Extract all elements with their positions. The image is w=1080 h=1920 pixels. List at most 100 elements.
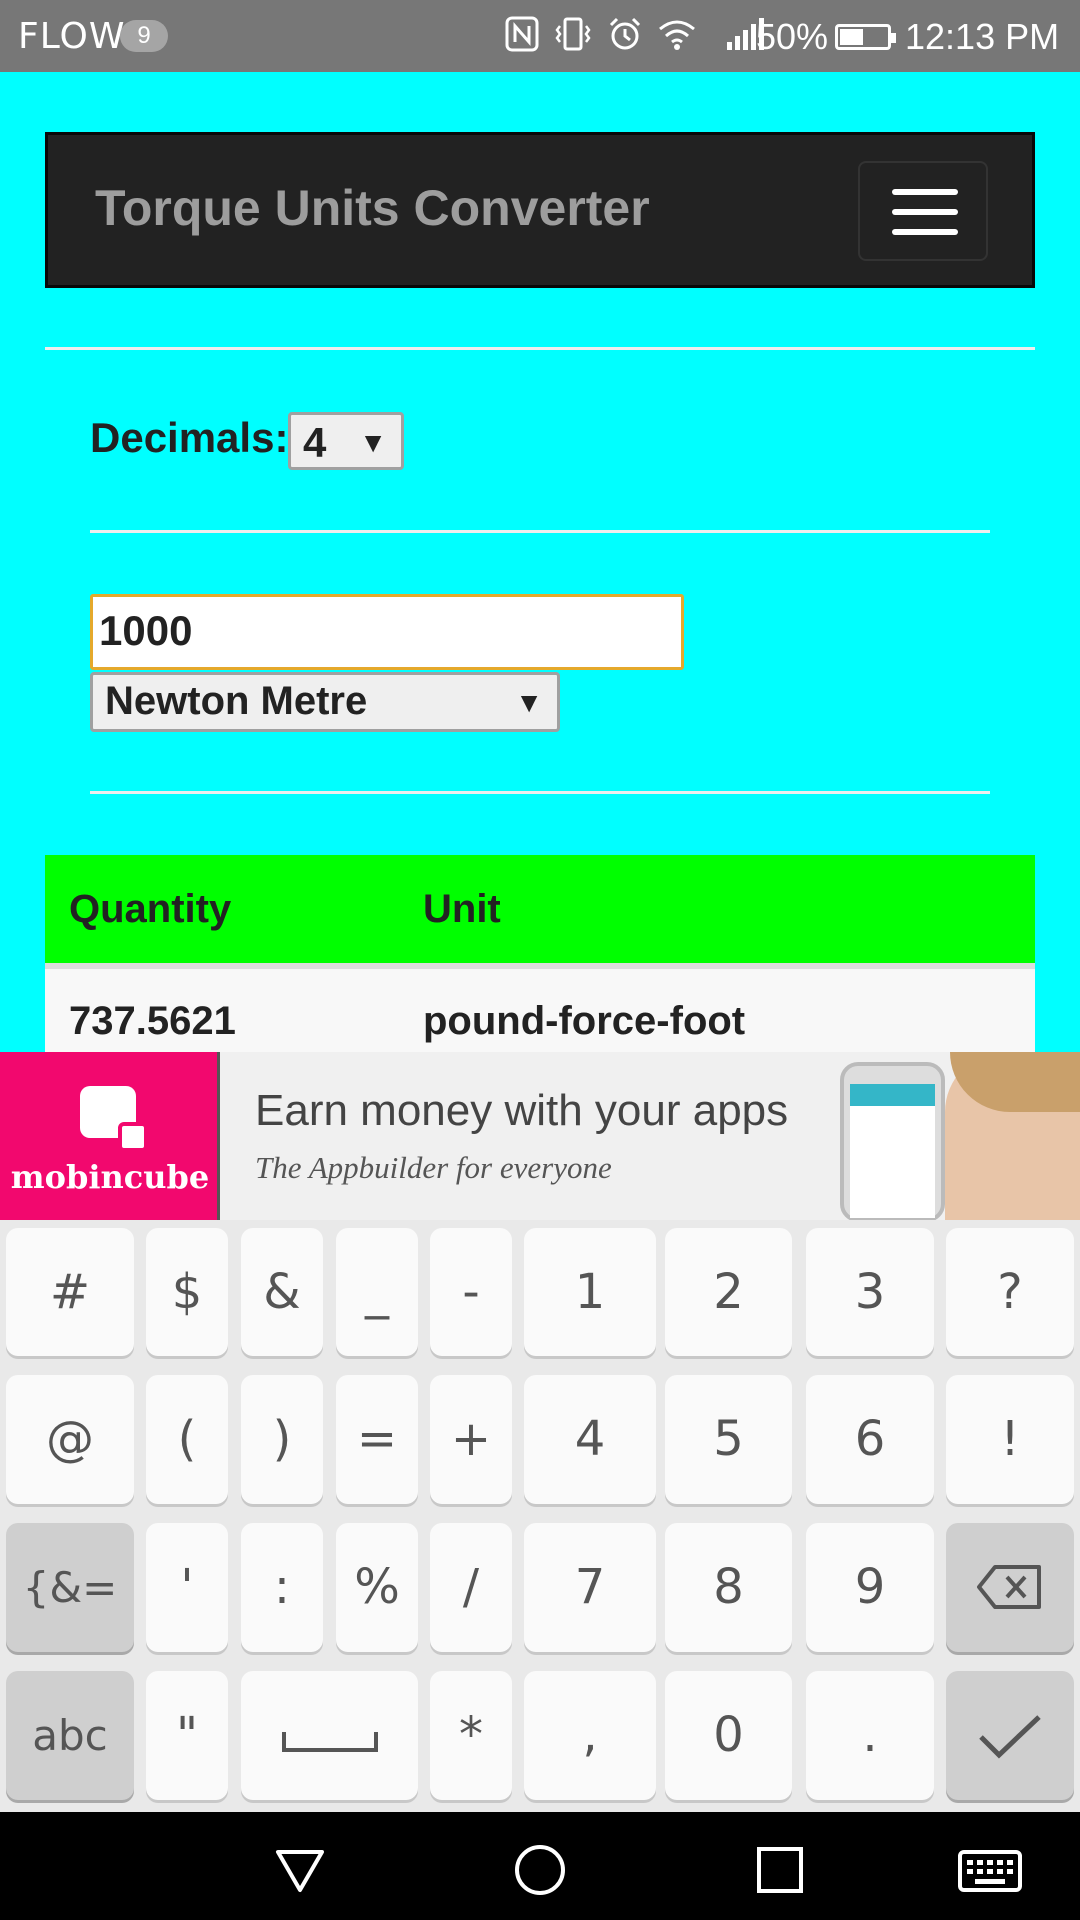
key[interactable]: 6 bbox=[806, 1375, 934, 1504]
space-icon bbox=[281, 1732, 378, 1752]
decimals-value: 4 bbox=[303, 419, 327, 466]
key[interactable]: 7 bbox=[524, 1523, 656, 1652]
status-icons bbox=[505, 16, 765, 56]
key[interactable]: 8 bbox=[665, 1523, 792, 1652]
key[interactable]: : bbox=[241, 1523, 323, 1652]
key-label: * bbox=[459, 1707, 483, 1763]
hamburger-bar bbox=[892, 229, 958, 235]
key[interactable]: - bbox=[430, 1228, 512, 1356]
key[interactable]: @ bbox=[6, 1375, 134, 1504]
mobincube-logo: mobincube bbox=[0, 1052, 220, 1220]
key-label: 8 bbox=[713, 1559, 744, 1615]
backspace-key[interactable] bbox=[946, 1523, 1074, 1652]
key-label: % bbox=[354, 1559, 400, 1615]
results-table: Quantity Unit 737.5621 pound-force-foot bbox=[45, 855, 1035, 1052]
key-label: abc bbox=[32, 1711, 108, 1760]
row-unit: pound-force-foot bbox=[423, 999, 746, 1043]
key-label: ( bbox=[177, 1411, 197, 1467]
key-label: 6 bbox=[854, 1411, 886, 1467]
key[interactable]: ) bbox=[241, 1375, 323, 1504]
keyboard-switch-icon bbox=[958, 1850, 1022, 1892]
chevron-down-icon: ▼ bbox=[359, 427, 387, 458]
chevron-down-icon: ▼ bbox=[515, 687, 543, 718]
key-label: # bbox=[49, 1264, 91, 1320]
column-header-unit: Unit bbox=[423, 887, 501, 931]
key-label: + bbox=[450, 1411, 492, 1467]
key[interactable]: 5 bbox=[665, 1375, 792, 1504]
home-button[interactable] bbox=[510, 1840, 570, 1900]
converter-page: Torque Units Converter Decimals: 4 ▼ 100… bbox=[0, 72, 1080, 1052]
home-icon bbox=[515, 1845, 565, 1895]
key[interactable]: % bbox=[336, 1523, 418, 1652]
divider bbox=[90, 530, 990, 533]
phone-screen bbox=[850, 1084, 935, 1218]
key[interactable]: 9 bbox=[806, 1523, 934, 1652]
key[interactable]: ( bbox=[146, 1375, 228, 1504]
key[interactable]: $ bbox=[146, 1228, 228, 1356]
notification-count-badge: 9 bbox=[120, 20, 168, 52]
decimals-select[interactable]: 4 ▼ bbox=[288, 412, 404, 470]
key-label: 0 bbox=[713, 1707, 744, 1763]
key-label: / bbox=[462, 1559, 480, 1615]
key[interactable]: _ bbox=[336, 1228, 418, 1356]
key[interactable]: 2 bbox=[665, 1228, 792, 1356]
key[interactable]: 3 bbox=[806, 1228, 934, 1356]
key-label: 5 bbox=[713, 1411, 744, 1467]
ad-banner[interactable]: mobincube Earn money with your apps The … bbox=[0, 1052, 1080, 1220]
key[interactable]: # bbox=[6, 1228, 134, 1356]
battery-icon bbox=[835, 24, 896, 50]
row-quantity: 737.5621 bbox=[69, 999, 236, 1043]
ad-headline: Earn money with your apps bbox=[255, 1086, 789, 1135]
key[interactable]: + bbox=[430, 1375, 512, 1504]
enter-check-icon bbox=[979, 1715, 1041, 1759]
space-key[interactable] bbox=[241, 1671, 418, 1800]
key-label: - bbox=[462, 1264, 480, 1320]
key-label: 7 bbox=[574, 1559, 606, 1615]
unit-select[interactable]: Newton Metre ▼ bbox=[90, 672, 560, 732]
key[interactable]: ' bbox=[146, 1523, 228, 1652]
key-label: 4 bbox=[574, 1411, 606, 1467]
key-label: . bbox=[862, 1707, 878, 1763]
wifi-icon bbox=[657, 17, 697, 56]
key[interactable]: & bbox=[241, 1228, 323, 1356]
symbols-toggle-key[interactable]: {&= bbox=[6, 1523, 134, 1652]
battery-percent: 50% bbox=[756, 16, 829, 57]
column-header-quantity: Quantity bbox=[69, 887, 232, 931]
back-icon bbox=[276, 1850, 324, 1892]
key-label: _ bbox=[365, 1264, 389, 1320]
page-title[interactable]: Torque Units Converter bbox=[95, 179, 650, 237]
key[interactable]: , bbox=[524, 1671, 656, 1800]
key[interactable]: . bbox=[806, 1671, 934, 1800]
key[interactable]: " bbox=[146, 1671, 228, 1800]
hamburger-bar bbox=[892, 209, 958, 215]
key[interactable]: ? bbox=[946, 1228, 1074, 1356]
keyboard-switch-button[interactable] bbox=[955, 1840, 1025, 1900]
divider bbox=[45, 347, 1035, 350]
quantity-input[interactable]: 1000 bbox=[90, 594, 684, 670]
decimals-label: Decimals: bbox=[90, 414, 289, 461]
key[interactable]: ! bbox=[946, 1375, 1074, 1504]
hamburger-menu-button[interactable] bbox=[858, 161, 988, 261]
key-label: 1 bbox=[574, 1264, 606, 1320]
back-button[interactable] bbox=[270, 1840, 330, 1900]
key-label: " bbox=[175, 1707, 199, 1763]
abc-key[interactable]: abc bbox=[6, 1671, 134, 1800]
key-label: & bbox=[263, 1264, 301, 1320]
recents-button[interactable] bbox=[750, 1840, 810, 1900]
key[interactable]: 0 bbox=[665, 1671, 792, 1800]
key[interactable]: * bbox=[430, 1671, 512, 1800]
battery-level-fill bbox=[840, 29, 863, 45]
key[interactable]: = bbox=[336, 1375, 418, 1504]
symbol-keyboard: # $ & _ - 1 2 3? @ () = +4 5 6! {&= ':% / 7 8 9 abc " *, 0. bbox=[0, 1220, 1080, 1812]
enter-key[interactable] bbox=[946, 1671, 1074, 1800]
nfc-icon bbox=[505, 16, 539, 57]
key[interactable]: 1 bbox=[524, 1228, 656, 1356]
app-navbar: Torque Units Converter bbox=[45, 132, 1035, 288]
ad-brand-name: mobincube bbox=[10, 1158, 210, 1196]
carrier-name: FLOW bbox=[18, 16, 126, 57]
key[interactable]: / bbox=[430, 1523, 512, 1652]
key-label: @ bbox=[46, 1411, 94, 1467]
alarm-icon bbox=[607, 16, 643, 57]
key[interactable]: 4 bbox=[524, 1375, 656, 1504]
unit-value: Newton Metre bbox=[105, 679, 368, 723]
